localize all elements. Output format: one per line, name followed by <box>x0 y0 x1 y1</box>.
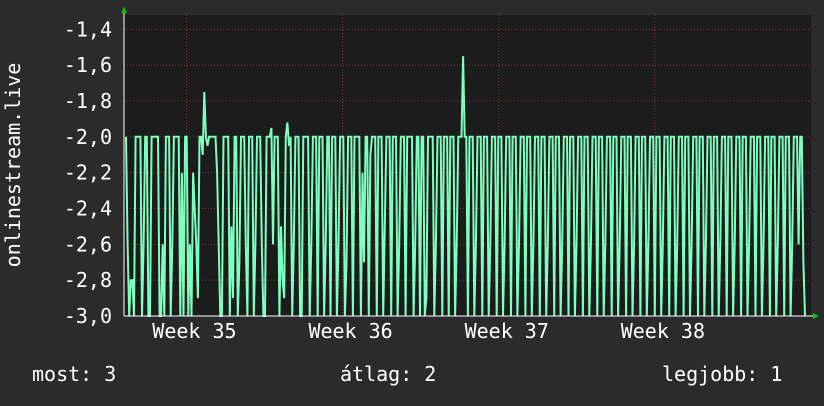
x-tick-labels: Week 35 Week 36 Week 37 Week 38 <box>152 319 705 343</box>
y-axis-label: onlinestream.live <box>1 63 25 268</box>
y-tick-label: -2,4 <box>64 197 112 221</box>
stat-current: most: 3 <box>32 362 117 386</box>
y-tick-label: -1,6 <box>64 53 112 77</box>
x-axis-arrow-icon <box>813 313 819 319</box>
y-axis-arrow-icon <box>121 7 127 13</box>
y-tick-label: -2,6 <box>64 232 112 256</box>
y-tick-label: -2,8 <box>64 268 112 292</box>
x-tick-label: Week 37 <box>465 319 549 343</box>
x-tick-label: Week 36 <box>308 319 392 343</box>
chart-svg: -1,4 -1,6 -1,8 -2,0 -2,2 -2,4 -2,6 -2,8 -3,0 Wee… <box>1 7 819 343</box>
y-tick-label: -1,4 <box>64 17 112 41</box>
y-tick-label: -3,0 <box>64 304 112 328</box>
x-tick-label: Week 35 <box>152 319 236 343</box>
stat-average: átlag: 2 <box>340 362 437 386</box>
y-tick-label: -2,2 <box>64 161 112 185</box>
stat-best: legjobb: 1 <box>662 362 783 386</box>
chart: -1,4 -1,6 -1,8 -2,0 -2,2 -2,4 -2,6 -2,8 -3,0 Wee… <box>0 0 824 402</box>
y-tick-label: -2,0 <box>64 125 112 149</box>
x-tick-label: Week 38 <box>621 319 705 343</box>
y-tick-labels: -1,4 -1,6 -1,8 -2,0 -2,2 -2,4 -2,6 -2,8 -3,0 <box>64 17 112 328</box>
y-tick-label: -1,8 <box>64 89 112 113</box>
